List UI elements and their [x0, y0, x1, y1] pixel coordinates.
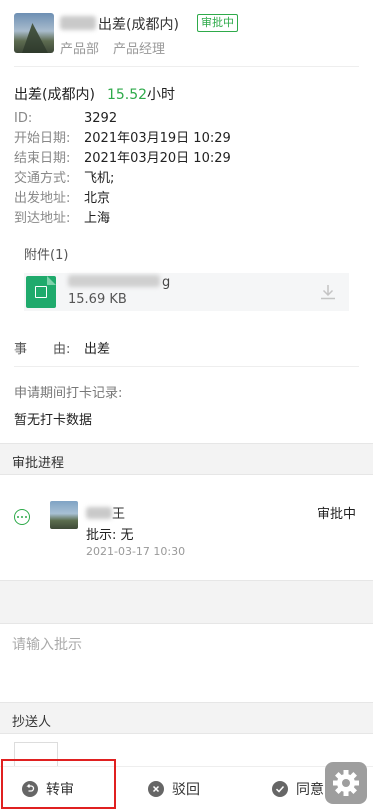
- detail-row-id: ID: 3292: [14, 109, 231, 129]
- reason-value: 出差: [84, 342, 111, 357]
- detail-row-end-date: 结束日期: 2021年03月20日 10:29: [14, 149, 231, 169]
- detail-value: 2021年03月19日 10:29: [84, 131, 231, 146]
- detail-row-arrival: 到达地址: 上海: [14, 209, 231, 229]
- approval-process-title: 审批进程: [12, 456, 65, 471]
- attachment-file-size: 15.69 KB: [68, 292, 127, 307]
- divider: [14, 366, 359, 367]
- gear-icon: [333, 770, 359, 796]
- status-badge: 审批中: [197, 14, 238, 32]
- detail-value: 北京: [84, 191, 111, 206]
- approver-avatar: [50, 501, 78, 529]
- reject-label: 驳回: [172, 782, 200, 798]
- request-type-title: 出差(成都内): [98, 17, 179, 33]
- cc-title: 抄送人: [12, 715, 52, 730]
- reject-button[interactable]: 驳回: [148, 777, 200, 801]
- approval-process-header: 审批进程: [0, 443, 373, 475]
- reason-label: 事 由:: [14, 342, 71, 357]
- approver-status: 审批中: [316, 507, 356, 522]
- reject-icon: [148, 781, 164, 797]
- attachment-file-name: g: [68, 275, 170, 290]
- approver-name: 王: [86, 503, 125, 522]
- detail-label: 结束日期:: [14, 151, 71, 166]
- department-label: 产品部: [60, 42, 100, 57]
- comment-box: [0, 624, 373, 702]
- action-bar: 转审 驳回 同意: [0, 766, 373, 810]
- in-progress-icon: [14, 509, 30, 525]
- detail-value: 3292: [84, 111, 118, 126]
- spacer-band: [0, 580, 373, 624]
- detail-label: 交通方式:: [14, 171, 71, 186]
- applicant-name: 出差(成都内): [60, 14, 179, 34]
- attachments-title: 附件(1): [24, 248, 69, 263]
- detail-row-transport: 交通方式: 飞机;: [14, 169, 231, 189]
- file-name-suffix: g: [162, 275, 171, 290]
- approve-label: 同意: [296, 782, 324, 798]
- detail-value: 2021年03月20日 10:29: [84, 151, 231, 166]
- approve-icon: [272, 781, 288, 797]
- approver-comment: 批示: 无: [86, 528, 134, 543]
- divider: [14, 66, 359, 67]
- reason-row: 事 由: 出差: [14, 338, 110, 357]
- approver-time: 2021-03-17 10:30: [86, 545, 186, 558]
- redacted-file-name: [68, 275, 160, 287]
- clock-records-title: 申请期间打卡记录:: [14, 386, 123, 401]
- applicant-department: 产品部 产品经理: [60, 38, 165, 57]
- detail-label: 到达地址:: [14, 211, 71, 226]
- detail-label: 开始日期:: [14, 131, 71, 146]
- transfer-label: 转审: [46, 782, 74, 798]
- approver-name-visible: 王: [112, 507, 126, 522]
- settings-gear-button[interactable]: [325, 762, 367, 804]
- position-label: 产品经理: [113, 42, 166, 57]
- download-icon[interactable]: [319, 283, 337, 301]
- summary-unit: 小时: [147, 87, 176, 103]
- approve-button[interactable]: 同意: [272, 777, 324, 801]
- detail-label: ID:: [14, 111, 33, 126]
- redacted-name: [60, 16, 96, 30]
- redacted-name: [86, 507, 112, 519]
- detail-row-departure: 出发地址: 北京: [14, 189, 231, 209]
- summary-hours: 15.52: [106, 87, 148, 103]
- detail-value: 飞机;: [84, 171, 115, 186]
- cc-header: 抄送人: [0, 702, 373, 734]
- applicant-header: 出差(成都内) 审批中 产品部 产品经理: [0, 0, 373, 66]
- detail-label: 出发地址:: [14, 191, 71, 206]
- attachment-item[interactable]: g 15.69 KB: [24, 273, 349, 311]
- transfer-button[interactable]: 转审: [22, 777, 74, 801]
- request-summary: 出差(成都内) 15.52小时: [14, 84, 175, 104]
- detail-row-start-date: 开始日期: 2021年03月19日 10:29: [14, 129, 231, 149]
- request-details: ID: 3292 开始日期: 2021年03月19日 10:29 结束日期: 2021…: [14, 109, 231, 229]
- clock-records-empty: 暂无打卡数据: [14, 413, 93, 428]
- detail-value: 上海: [84, 211, 111, 226]
- summary-type: 出差(成都内): [14, 87, 95, 103]
- applicant-avatar: [14, 13, 54, 53]
- file-icon: [26, 276, 56, 308]
- comment-input[interactable]: [0, 624, 373, 702]
- transfer-icon: [22, 781, 38, 797]
